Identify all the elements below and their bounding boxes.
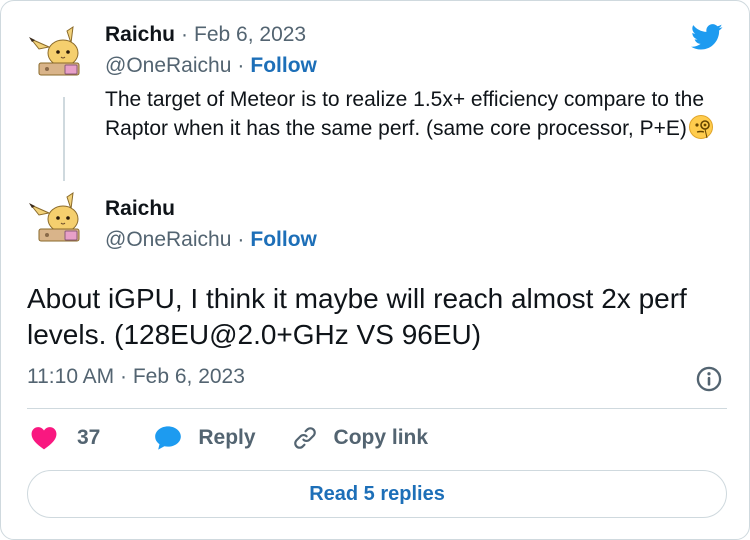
avatar[interactable]	[27, 189, 85, 247]
tweet-timestamp[interactable]: 11:10 AM · Feb 6, 2023	[27, 365, 245, 389]
reply-bubble-icon	[155, 426, 182, 450]
action-bar: 37 Reply Copy link	[31, 425, 428, 451]
author-handle[interactable]: @OneRaichu	[105, 228, 231, 252]
tweet1-text: The target of Meteor is to realize 1.5x+…	[105, 88, 705, 140]
avatar[interactable]	[27, 23, 85, 81]
read-replies-button[interactable]: Read 5 replies	[27, 470, 727, 518]
separator-dot: ·	[237, 228, 245, 251]
like-count: 37	[77, 426, 101, 449]
follow-button[interactable]: Follow	[250, 54, 317, 78]
separator-dot: ·	[237, 54, 245, 77]
reply-button[interactable]: Reply	[154, 425, 291, 451]
thread-connector-line	[63, 97, 65, 181]
tweet2-header: Raichu	[105, 197, 175, 221]
tweet1-body: The target of Meteor is to realize 1.5x+…	[105, 85, 725, 143]
heart-icon	[31, 427, 57, 450]
monocle-emoji-icon	[688, 115, 713, 139]
divider	[27, 408, 727, 409]
tweet1-handle-row: @OneRaichu · Follow	[105, 54, 317, 78]
like-button[interactable]: 37	[31, 426, 154, 450]
copy-link-label: Copy link	[333, 426, 429, 449]
copy-link-button[interactable]: Copy link	[292, 425, 429, 451]
follow-button[interactable]: Follow	[250, 228, 317, 252]
twitter-bird-icon[interactable]	[689, 21, 725, 53]
tweet-date[interactable]: Feb 6, 2023	[194, 23, 306, 47]
link-icon	[293, 427, 316, 449]
embedded-tweet-card: Raichu · Feb 6, 2023 @OneRaichu · Follow…	[0, 0, 750, 540]
author-name[interactable]: Raichu	[105, 23, 175, 47]
tweet2-text: About iGPU, I think it maybe will reach …	[27, 283, 687, 350]
tweet2-handle-row: @OneRaichu · Follow	[105, 228, 317, 252]
reply-label: Reply	[198, 426, 256, 449]
info-icon[interactable]	[695, 365, 723, 393]
author-handle[interactable]: @OneRaichu	[105, 54, 231, 78]
author-name[interactable]: Raichu	[105, 197, 175, 221]
tweet1-header: Raichu · Feb 6, 2023	[105, 23, 306, 47]
separator-dot: ·	[181, 23, 189, 46]
